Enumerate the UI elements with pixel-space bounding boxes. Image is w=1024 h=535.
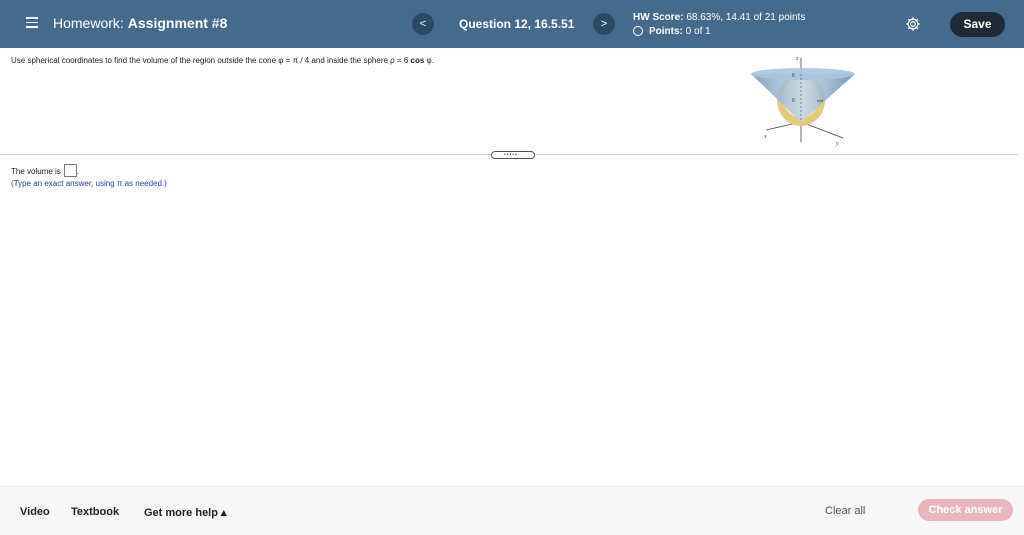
figure-label-6-top: 6 [792, 73, 795, 79]
z-axis-label: z [795, 56, 799, 62]
answer-hint: (Type an exact answer, using π as needed… [11, 179, 167, 188]
hw-score-value: 68.63%, 14.41 of 21 points [686, 12, 806, 23]
assignment-name: Assignment #8 [127, 15, 228, 31]
previous-question-button[interactable]: < [412, 13, 434, 35]
points-label: Points: [649, 26, 683, 37]
points-value: 0 of 1 [685, 26, 711, 37]
question-text-2: φ. [424, 56, 434, 65]
bottom-bar: Video Textbook Get more help ▴ Clear all… [0, 486, 1024, 535]
resize-handle[interactable]: ••••• [491, 151, 535, 159]
score-panel: HW Score: 68.63%, 14.41 of 21 points Poi… [633, 11, 805, 39]
answer-suffix: . [76, 167, 80, 176]
next-question-button[interactable]: > [593, 13, 615, 35]
homework-prefix: Homework: [53, 15, 124, 31]
top-bar: Homework: Assignment #8 < Question 12, 16… [0, 0, 1024, 48]
settings-gear-icon[interactable] [905, 16, 921, 32]
y-axis-label: y [835, 141, 839, 147]
cone-sphere-figure: z x y 6 6 π/4 [751, 56, 855, 147]
video-link[interactable]: Video [20, 506, 50, 518]
figure-label-angle: π/4 [817, 98, 824, 103]
textbook-link[interactable]: Textbook [71, 506, 119, 518]
check-answer-button[interactable]: Check answer [918, 499, 1013, 521]
answer-prefix: The volume is [11, 167, 61, 176]
cone-top-rim [751, 68, 855, 80]
question-prompt: Use spherical coordinates to find the vo… [11, 56, 434, 65]
answer-line: The volume is. [11, 164, 79, 177]
question-label: Question 12, 16.5.51 [459, 17, 575, 31]
hamburger-menu-icon[interactable] [26, 17, 38, 31]
get-more-help-button[interactable]: Get more help ▴ [144, 506, 227, 519]
cone-shape [751, 74, 855, 122]
answer-input-box[interactable] [63, 164, 77, 177]
hw-score-label: HW Score: [633, 12, 684, 23]
points-circle-icon [633, 26, 643, 36]
save-button[interactable]: Save [950, 12, 1005, 37]
question-text-1: Use spherical coordinates to find the vo… [11, 56, 411, 65]
x-axis-label: x [763, 134, 767, 140]
question-text-bold: cos [410, 56, 425, 65]
figure-label-6-mid: 6 [792, 98, 795, 104]
clear-all-button[interactable]: Clear all [825, 505, 865, 517]
homework-title: Homework: Assignment #8 [53, 15, 227, 31]
